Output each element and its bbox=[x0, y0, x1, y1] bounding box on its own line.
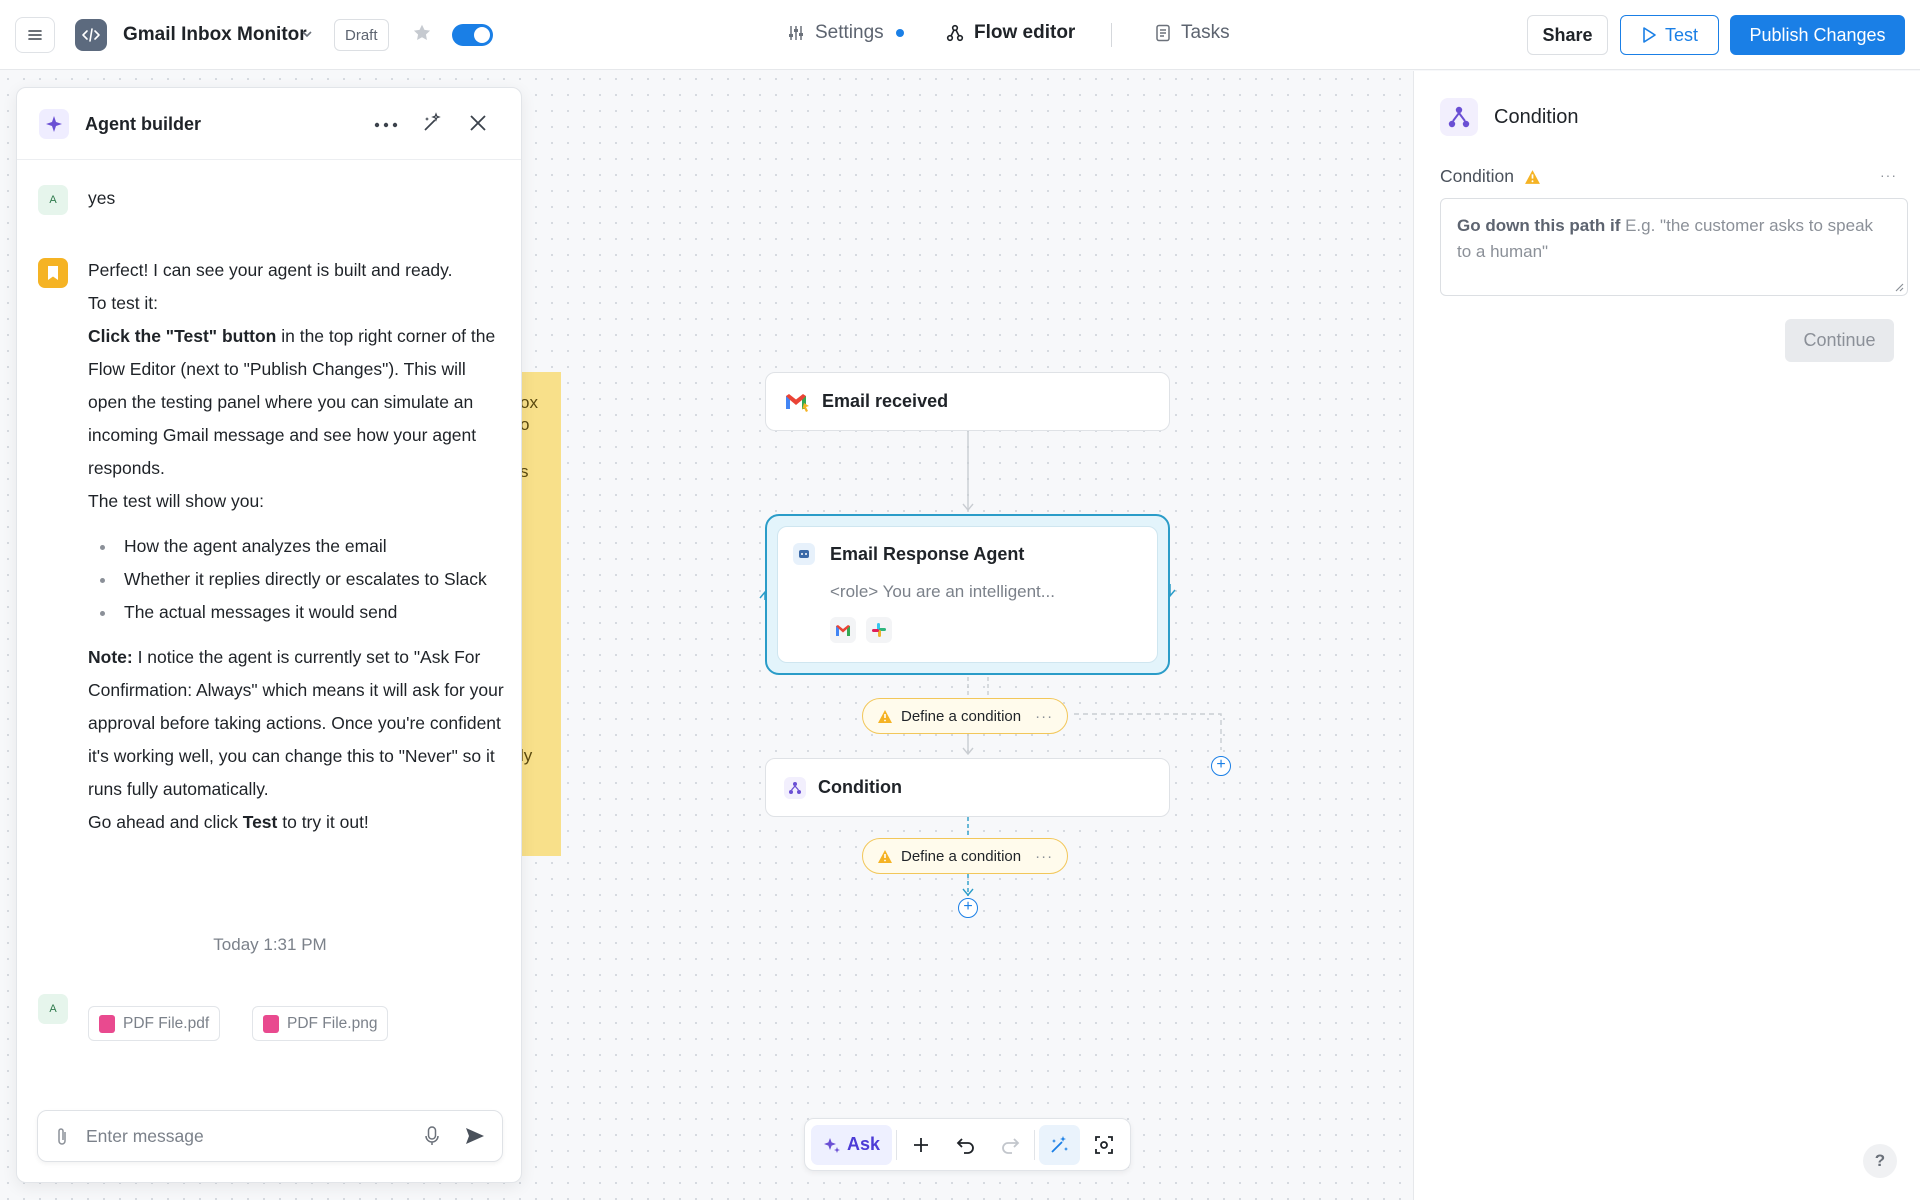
message-paragraph: Go ahead and click Test to try it out! bbox=[88, 806, 508, 839]
agent-node-title: Email Response Agent bbox=[830, 544, 1025, 564]
test-button-label: Test bbox=[1664, 24, 1698, 45]
condition-icon bbox=[1440, 98, 1478, 136]
message-text: Go ahead and click bbox=[88, 812, 243, 832]
more-icon[interactable]: ··· bbox=[1035, 708, 1053, 725]
list-item: How the agent analyzes the email bbox=[88, 530, 508, 563]
more-icon[interactable]: ··· bbox=[1035, 848, 1053, 865]
agent-node-selected[interactable]: Email Response Agent <role> You are an i… bbox=[765, 514, 1170, 675]
condition-icon bbox=[784, 776, 806, 799]
resize-handle-icon[interactable] bbox=[1894, 282, 1904, 292]
condition-node-label: Condition bbox=[818, 777, 902, 797]
gmail-icon bbox=[786, 393, 809, 412]
trigger-node-label: Email received bbox=[822, 391, 949, 411]
warning-icon bbox=[878, 709, 892, 723]
share-button[interactable]: Share bbox=[1527, 15, 1608, 55]
slack-tool-icon bbox=[866, 617, 892, 643]
attachment-chip[interactable]: PDF File.pdf bbox=[88, 1006, 221, 1041]
plus-icon bbox=[914, 1137, 929, 1152]
redo-button[interactable] bbox=[990, 1125, 1030, 1165]
attachment-chip[interactable]: PDF File.png bbox=[252, 1006, 389, 1041]
ask-button-label: Ask bbox=[847, 1134, 881, 1154]
bot-avatar bbox=[38, 258, 68, 288]
fit-view-button[interactable] bbox=[1084, 1125, 1124, 1165]
publish-changes-button[interactable]: Publish Changes bbox=[1730, 15, 1905, 55]
toolbar-divider bbox=[1034, 1129, 1036, 1160]
trigger-node-email-received[interactable]: Email received bbox=[765, 372, 1170, 431]
field-label-text: Condition bbox=[1440, 166, 1514, 186]
agent-tool-list bbox=[830, 617, 892, 643]
magic-wand-icon bbox=[1051, 1135, 1069, 1153]
attachment-name: PDF File.pdf bbox=[123, 1014, 210, 1032]
redo-icon bbox=[1002, 1137, 1020, 1154]
more-horizontal-icon[interactable] bbox=[374, 122, 398, 128]
toolbar-divider bbox=[896, 1129, 897, 1160]
list-item: Whether it replies directly or escalates… bbox=[88, 563, 508, 596]
add-node-button[interactable] bbox=[901, 1125, 941, 1165]
condition-field-label: Condition bbox=[1440, 166, 1541, 187]
message-paragraph: Perfect! I can see your agent is built a… bbox=[88, 260, 453, 280]
avatar: A bbox=[38, 994, 68, 1024]
paperclip-icon[interactable] bbox=[54, 1126, 70, 1148]
warning-icon bbox=[878, 849, 892, 863]
message-paragraph: The test will show you: bbox=[88, 491, 265, 511]
pdf-file-icon bbox=[263, 1014, 279, 1033]
message-text: I notice the agent is currently set to "… bbox=[88, 647, 504, 799]
sparkle-icon bbox=[824, 1137, 840, 1153]
close-icon[interactable] bbox=[467, 112, 489, 134]
add-step-plus-icon[interactable]: + bbox=[958, 898, 978, 918]
continue-button[interactable]: Continue bbox=[1785, 319, 1894, 362]
undo-icon bbox=[956, 1137, 974, 1154]
bullet-list: How the agent analyzes the email Whether… bbox=[88, 530, 508, 629]
focus-icon bbox=[1094, 1135, 1113, 1154]
agent-robot-icon bbox=[793, 543, 815, 565]
message-input[interactable]: Enter message bbox=[86, 1126, 204, 1147]
message-paragraph: To test it: bbox=[88, 293, 159, 313]
add-branch-plus-icon[interactable]: + bbox=[1211, 756, 1231, 776]
avatar: A bbox=[38, 185, 68, 215]
assistant-message: Perfect! I can see your agent is built a… bbox=[88, 254, 508, 839]
pdf-file-icon bbox=[99, 1014, 115, 1033]
help-button[interactable]: ? bbox=[1863, 1144, 1897, 1178]
user-message: yes bbox=[88, 188, 116, 208]
message-text: to try it out! bbox=[277, 812, 369, 832]
send-icon[interactable] bbox=[464, 1126, 486, 1146]
magic-wand-icon[interactable] bbox=[421, 112, 443, 134]
field-more-icon[interactable]: ··· bbox=[1880, 167, 1897, 183]
define-condition-pill[interactable]: Define a condition ··· bbox=[862, 838, 1069, 874]
condition-node[interactable]: Condition bbox=[765, 758, 1170, 817]
ask-button[interactable]: Ask bbox=[811, 1124, 893, 1165]
message-text: in the top right corner of the Flow Edit… bbox=[88, 326, 496, 478]
bold-text: Note: bbox=[88, 647, 133, 667]
textarea-prefix: Go down this path if bbox=[1457, 216, 1621, 235]
agent-builder-panel: Agent builder A yes Perfect! I can see y… bbox=[16, 87, 522, 1183]
message-composer[interactable]: Enter message bbox=[37, 1110, 503, 1162]
warning-icon bbox=[1525, 169, 1540, 184]
bold-text: Click the "Test" button bbox=[88, 326, 277, 346]
agent-node-subtitle: <role> You are an intelligent... bbox=[830, 582, 1055, 601]
message-timestamp: Today 1:31 PM bbox=[213, 935, 327, 954]
play-icon bbox=[1643, 27, 1656, 43]
agent-node-email-response[interactable]: Email Response Agent <role> You are an i… bbox=[777, 526, 1158, 663]
condition-properties-panel: Condition Condition ··· Go down this pat… bbox=[1413, 71, 1920, 1200]
auto-arrange-button[interactable] bbox=[1039, 1124, 1080, 1165]
condition-textarea[interactable]: Go down this path if E.g. "the customer … bbox=[1440, 198, 1908, 296]
agent-builder-header: Agent builder bbox=[17, 88, 521, 160]
properties-title: Condition bbox=[1494, 106, 1579, 128]
define-condition-label: Define a condition bbox=[901, 707, 1022, 725]
bookmark-icon bbox=[48, 266, 58, 280]
message-paragraph: Note: I notice the agent is currently se… bbox=[88, 641, 508, 806]
define-condition-pill[interactable]: Define a condition ··· bbox=[862, 698, 1069, 734]
message-paragraph: Click the "Test" button in the top right… bbox=[88, 320, 508, 485]
bold-text: Test bbox=[242, 812, 278, 832]
agent-builder-title: Agent builder bbox=[85, 114, 201, 134]
gmail-tool-icon bbox=[830, 617, 856, 643]
sparkle-icon bbox=[39, 109, 69, 139]
attachment-name: PDF File.png bbox=[287, 1014, 378, 1032]
undo-button[interactable] bbox=[945, 1125, 985, 1165]
microphone-icon[interactable] bbox=[424, 1125, 440, 1147]
define-condition-label: Define a condition bbox=[901, 847, 1022, 865]
list-item: The actual messages it would send bbox=[88, 596, 508, 629]
canvas-toolbar: Ask bbox=[804, 1118, 1131, 1171]
test-button[interactable]: Test bbox=[1620, 15, 1719, 55]
